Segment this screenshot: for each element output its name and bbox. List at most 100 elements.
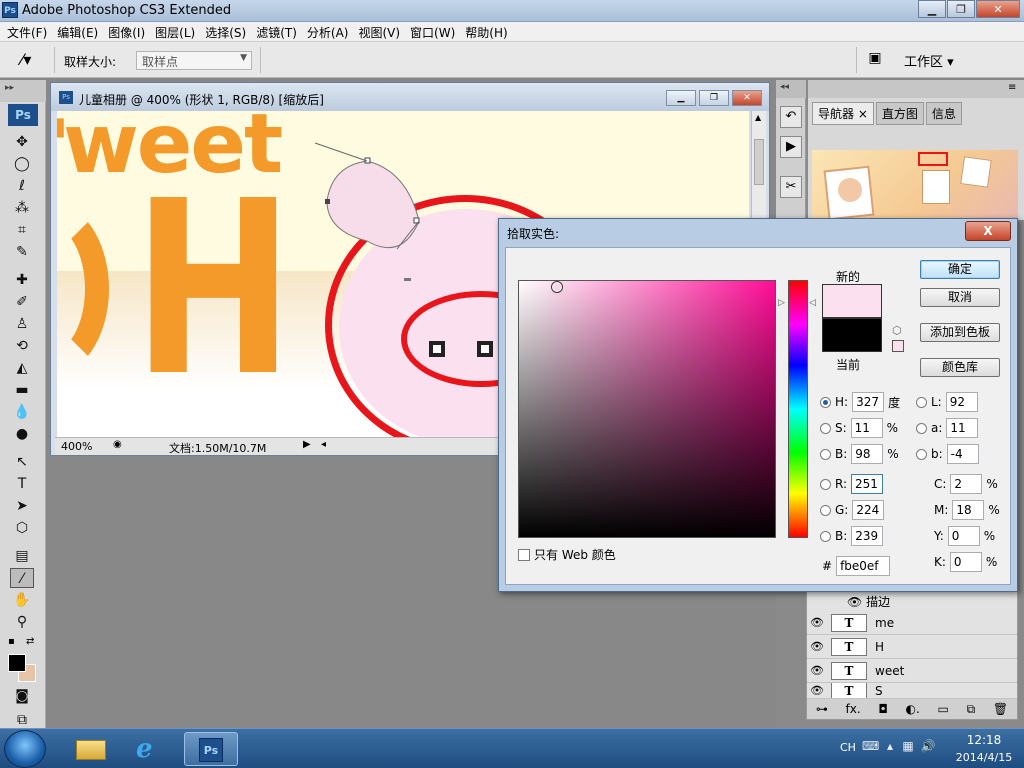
panel-menu-icon[interactable]: ≡: [1008, 82, 1016, 93]
zoom-level[interactable]: 400%: [61, 440, 92, 453]
screen-mode-icon[interactable]: ⧉: [10, 710, 34, 730]
notes-tool-icon[interactable]: ▤: [10, 546, 34, 566]
color-libraries-button[interactable]: 颜色库: [920, 358, 1000, 377]
actions-panel-icon[interactable]: ▶: [780, 136, 802, 158]
web-colors-only-checkbox[interactable]: [518, 548, 530, 561]
eyedropper-preset-icon[interactable]: ⁄▾: [14, 50, 38, 70]
document-minimize-button[interactable]: ▁: [666, 90, 696, 106]
black-field[interactable]: 0: [949, 552, 982, 572]
ok-button[interactable]: 确定: [920, 260, 1000, 279]
brightness-radio[interactable]: [820, 448, 831, 460]
blue-radio[interactable]: [820, 530, 831, 542]
scroll-up-icon[interactable]: ▲: [755, 113, 761, 122]
eye-icon[interactable]: 👁: [807, 684, 827, 697]
red-field[interactable]: 251: [851, 474, 884, 494]
path-selection-tool-icon[interactable]: ↖: [10, 452, 34, 472]
navigator-view-box[interactable]: [918, 152, 948, 166]
quick-mask-icon[interactable]: ◙: [10, 686, 34, 706]
layer-mask-icon[interactable]: ◘: [878, 702, 888, 716]
current-color-swatch[interactable]: [822, 318, 882, 352]
show-hidden-icons-icon[interactable]: ▴: [882, 739, 898, 755]
marquee-tool-icon[interactable]: ◯: [10, 154, 34, 174]
menu-select[interactable]: 选择(S): [200, 22, 251, 41]
scroll-left-icon[interactable]: ◂: [321, 439, 326, 450]
adjustment-layer-icon[interactable]: ◐.: [906, 702, 920, 716]
panel-collapse-handle[interactable]: ▸▸: [0, 80, 46, 102]
document-maximize-button[interactable]: ❐: [699, 90, 729, 106]
eye-icon[interactable]: 👁: [807, 640, 827, 653]
clone-stamp-tool-icon[interactable]: ♙: [10, 314, 34, 334]
layer-row[interactable]: 👁 T H: [807, 635, 1017, 659]
lab-b-field[interactable]: -4: [946, 444, 979, 464]
color-field-cursor[interactable]: [551, 281, 563, 293]
maximize-button[interactable]: ❐: [947, 0, 975, 18]
yellow-field[interactable]: 0: [947, 526, 980, 546]
link-layers-icon[interactable]: ⊶: [816, 702, 828, 716]
foreground-color-swatch[interactable]: [8, 654, 26, 672]
internet-explorer-taskbar-button[interactable]: e: [124, 732, 178, 766]
panel-collapse-handle[interactable]: ◂◂: [776, 80, 806, 98]
lightness-radio[interactable]: [916, 396, 927, 408]
status-menu-arrow-icon[interactable]: ▶: [303, 439, 311, 450]
web-safe-cube-icon[interactable]: ⬡: [892, 324, 902, 337]
layer-row[interactable]: 👁 T me: [807, 611, 1017, 635]
lab-a-field[interactable]: 11: [946, 418, 979, 438]
brightness-field[interactable]: 98: [851, 444, 884, 464]
hue-slider-arrow-right-icon[interactable]: ◁: [809, 298, 816, 308]
start-button[interactable]: [4, 730, 46, 768]
clock-time[interactable]: 12:18: [946, 733, 1022, 747]
lab-a-radio[interactable]: [916, 422, 927, 434]
healing-brush-tool-icon[interactable]: ✚: [10, 270, 34, 290]
document-close-button[interactable]: ✕: [732, 90, 762, 106]
crop-tool-icon[interactable]: ⌗: [10, 220, 34, 240]
navigator-thumbnail[interactable]: [812, 150, 1018, 220]
menu-layer[interactable]: 图层(L): [150, 22, 200, 41]
blue-field[interactable]: 239: [851, 526, 884, 546]
blur-tool-icon[interactable]: 💧: [10, 402, 34, 422]
brush-tool-icon[interactable]: ✐: [10, 292, 34, 312]
close-button[interactable]: ✕: [976, 0, 1020, 18]
tab-info[interactable]: 信息: [925, 102, 962, 125]
scrollbar-thumb[interactable]: [754, 139, 764, 185]
saturation-radio[interactable]: [820, 422, 831, 434]
menu-filter[interactable]: 滤镜(T): [251, 22, 302, 41]
green-radio[interactable]: [820, 504, 831, 516]
hand-tool-icon[interactable]: ✋: [10, 590, 34, 610]
menu-analysis[interactable]: 分析(A): [302, 22, 354, 41]
file-explorer-taskbar-button[interactable]: [64, 732, 118, 766]
dodge-tool-icon[interactable]: ●: [10, 424, 34, 444]
menu-help[interactable]: 帮助(H): [460, 22, 512, 41]
eye-icon[interactable]: 👁: [807, 616, 827, 629]
network-icon[interactable]: ▦: [900, 739, 916, 755]
dialog-close-button[interactable]: X: [965, 221, 1011, 241]
keyboard-icon[interactable]: ⌨: [862, 739, 879, 755]
green-field[interactable]: 224: [852, 500, 885, 520]
input-language-indicator[interactable]: CH: [840, 741, 856, 754]
eye-icon[interactable]: 👁: [807, 664, 827, 677]
cyan-field[interactable]: 2: [950, 474, 983, 494]
zoom-tool-icon[interactable]: ⚲: [10, 612, 34, 632]
layer-row[interactable]: 👁 T weet: [807, 659, 1017, 683]
lab-b-radio[interactable]: [916, 448, 927, 460]
swap-colors-icon[interactable]: ⇄: [26, 636, 34, 647]
photoshop-taskbar-button[interactable]: Ps: [184, 732, 238, 766]
history-brush-tool-icon[interactable]: ⟲: [10, 336, 34, 356]
shape-tool-icon[interactable]: ⬡: [10, 518, 34, 538]
panel-header[interactable]: [808, 80, 1024, 98]
workspace-menu[interactable]: 工作区 ▾: [904, 51, 954, 70]
saturation-field[interactable]: 11: [850, 418, 883, 438]
layer-row[interactable]: 👁 T S: [807, 683, 1017, 699]
hue-radio[interactable]: [820, 396, 831, 408]
bridge-icon[interactable]: ▣: [864, 50, 886, 70]
history-panel-icon[interactable]: ↶: [780, 106, 802, 128]
tab-navigator[interactable]: 导航器 ×: [812, 102, 874, 125]
tool-presets-panel-icon[interactable]: ✂: [780, 176, 802, 198]
lasso-tool-icon[interactable]: ℓ: [10, 176, 34, 196]
volume-icon[interactable]: 🔊: [920, 739, 936, 755]
add-to-swatches-button[interactable]: 添加到色板: [920, 323, 1000, 342]
hue-slider[interactable]: [788, 280, 808, 538]
magic-wand-tool-icon[interactable]: ⁂: [10, 198, 34, 218]
layer-style-icon[interactable]: fx.: [846, 702, 861, 716]
hex-field[interactable]: fbe0ef: [836, 556, 891, 576]
red-radio[interactable]: [820, 478, 831, 490]
